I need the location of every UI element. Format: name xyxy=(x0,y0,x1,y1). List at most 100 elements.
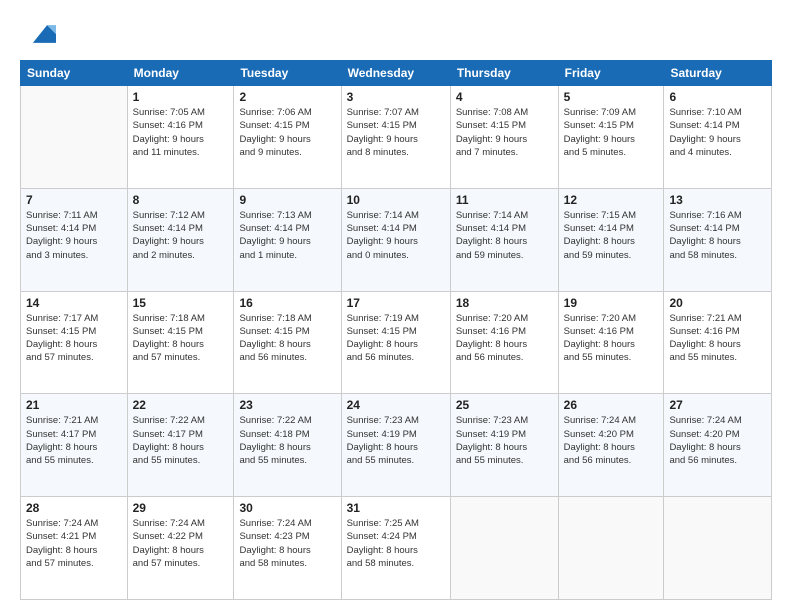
header-cell: Sunday xyxy=(21,61,128,86)
calendar-row: 21 Sunrise: 7:21 AMSunset: 4:17 PMDayligh… xyxy=(21,394,772,497)
calendar-cell: 15 Sunrise: 7:18 AMSunset: 4:15 PMDayligh… xyxy=(127,291,234,394)
day-number: 27 xyxy=(669,398,766,412)
header-cell: Monday xyxy=(127,61,234,86)
calendar-cell: 16 Sunrise: 7:18 AMSunset: 4:15 PMDayligh… xyxy=(234,291,341,394)
calendar-row: 14 Sunrise: 7:17 AMSunset: 4:15 PMDayligh… xyxy=(21,291,772,394)
cell-details: Sunrise: 7:16 AMSunset: 4:14 PMDaylight:… xyxy=(669,209,766,262)
day-number: 24 xyxy=(347,398,445,412)
cell-details: Sunrise: 7:18 AMSunset: 4:15 PMDaylight:… xyxy=(133,312,229,365)
calendar-cell: 19Sunrise: 7:20 AMSunset: 4:16 PMDayligh… xyxy=(558,291,664,394)
day-number: 1 xyxy=(133,90,229,104)
calendar-cell: 17 Sunrise: 7:19 AMSunset: 4:15 PMDayligh… xyxy=(341,291,450,394)
header-row: SundayMondayTuesdayWednesdayThursdayFrid… xyxy=(21,61,772,86)
cell-details: Sunrise: 7:25 AMSunset: 4:24 PMDaylight:… xyxy=(347,517,445,570)
day-number: 17 xyxy=(347,296,445,310)
calendar-cell: 29Sunrise: 7:24 AMSunset: 4:22 PMDayligh… xyxy=(127,497,234,600)
cell-details: Sunrise: 7:10 AMSunset: 4:14 PMDaylight:… xyxy=(669,106,766,159)
day-number: 26 xyxy=(564,398,659,412)
cell-details: Sunrise: 7:20 AMSunset: 4:16 PMDaylight:… xyxy=(564,312,659,365)
calendar-cell: 20Sunrise: 7:21 AMSunset: 4:16 PMDayligh… xyxy=(664,291,772,394)
calendar-body: 1 Sunrise: 7:05 AMSunset: 4:16 PMDaylight… xyxy=(21,86,772,600)
cell-details: Sunrise: 7:20 AMSunset: 4:16 PMDaylight:… xyxy=(456,312,553,365)
calendar-cell: 6 Sunrise: 7:10 AMSunset: 4:14 PMDaylight… xyxy=(664,86,772,189)
header-cell: Saturday xyxy=(664,61,772,86)
day-number: 23 xyxy=(239,398,335,412)
calendar-row: 7 Sunrise: 7:11 AMSunset: 4:14 PMDaylight… xyxy=(21,188,772,291)
calendar-cell: 13 Sunrise: 7:16 AMSunset: 4:14 PMDayligh… xyxy=(664,188,772,291)
calendar-cell: 18Sunrise: 7:20 AMSunset: 4:16 PMDayligh… xyxy=(450,291,558,394)
calendar-cell: 9 Sunrise: 7:13 AMSunset: 4:14 PMDaylight… xyxy=(234,188,341,291)
calendar-cell: 12Sunrise: 7:15 AMSunset: 4:14 PMDayligh… xyxy=(558,188,664,291)
day-number: 25 xyxy=(456,398,553,412)
calendar-row: 28 Sunrise: 7:24 AMSunset: 4:21 PMDayligh… xyxy=(21,497,772,600)
calendar-cell: 10 Sunrise: 7:14 AMSunset: 4:14 PMDayligh… xyxy=(341,188,450,291)
calendar-cell: 24 Sunrise: 7:23 AMSunset: 4:19 PMDayligh… xyxy=(341,394,450,497)
day-number: 7 xyxy=(26,193,122,207)
cell-details: Sunrise: 7:21 AMSunset: 4:17 PMDaylight:… xyxy=(26,414,122,467)
cell-details: Sunrise: 7:21 AMSunset: 4:16 PMDaylight:… xyxy=(669,312,766,365)
calendar-cell: 21 Sunrise: 7:21 AMSunset: 4:17 PMDayligh… xyxy=(21,394,128,497)
day-number: 14 xyxy=(26,296,122,310)
header-cell: Thursday xyxy=(450,61,558,86)
page: SundayMondayTuesdayWednesdayThursdayFrid… xyxy=(0,0,792,612)
cell-details: Sunrise: 7:24 AMSunset: 4:22 PMDaylight:… xyxy=(133,517,229,570)
cell-details: Sunrise: 7:14 AMSunset: 4:14 PMDaylight:… xyxy=(456,209,553,262)
day-number: 13 xyxy=(669,193,766,207)
cell-details: Sunrise: 7:22 AMSunset: 4:18 PMDaylight:… xyxy=(239,414,335,467)
calendar-row: 1 Sunrise: 7:05 AMSunset: 4:16 PMDaylight… xyxy=(21,86,772,189)
day-number: 30 xyxy=(239,501,335,515)
day-number: 15 xyxy=(133,296,229,310)
cell-details: Sunrise: 7:08 AMSunset: 4:15 PMDaylight:… xyxy=(456,106,553,159)
day-number: 8 xyxy=(133,193,229,207)
day-number: 5 xyxy=(564,90,659,104)
logo-icon xyxy=(24,18,56,50)
calendar-cell: 27 Sunrise: 7:24 AMSunset: 4:20 PMDayligh… xyxy=(664,394,772,497)
cell-details: Sunrise: 7:06 AMSunset: 4:15 PMDaylight:… xyxy=(239,106,335,159)
day-number: 2 xyxy=(239,90,335,104)
calendar-cell: 1 Sunrise: 7:05 AMSunset: 4:16 PMDaylight… xyxy=(127,86,234,189)
calendar-cell: 4 Sunrise: 7:08 AMSunset: 4:15 PMDaylight… xyxy=(450,86,558,189)
cell-details: Sunrise: 7:24 AMSunset: 4:20 PMDaylight:… xyxy=(669,414,766,467)
calendar: SundayMondayTuesdayWednesdayThursdayFrid… xyxy=(20,60,772,600)
calendar-cell: 28 Sunrise: 7:24 AMSunset: 4:21 PMDayligh… xyxy=(21,497,128,600)
cell-details: Sunrise: 7:24 AMSunset: 4:20 PMDaylight:… xyxy=(564,414,659,467)
cell-details: Sunrise: 7:23 AMSunset: 4:19 PMDaylight:… xyxy=(456,414,553,467)
day-number: 16 xyxy=(239,296,335,310)
day-number: 4 xyxy=(456,90,553,104)
day-number: 22 xyxy=(133,398,229,412)
calendar-cell: 2 Sunrise: 7:06 AMSunset: 4:15 PMDaylight… xyxy=(234,86,341,189)
calendar-cell: 7 Sunrise: 7:11 AMSunset: 4:14 PMDaylight… xyxy=(21,188,128,291)
calendar-cell: 26 Sunrise: 7:24 AMSunset: 4:20 PMDayligh… xyxy=(558,394,664,497)
cell-details: Sunrise: 7:05 AMSunset: 4:16 PMDaylight:… xyxy=(133,106,229,159)
header-cell: Tuesday xyxy=(234,61,341,86)
calendar-cell xyxy=(558,497,664,600)
cell-details: Sunrise: 7:23 AMSunset: 4:19 PMDaylight:… xyxy=(347,414,445,467)
day-number: 31 xyxy=(347,501,445,515)
day-number: 6 xyxy=(669,90,766,104)
cell-details: Sunrise: 7:14 AMSunset: 4:14 PMDaylight:… xyxy=(347,209,445,262)
calendar-cell: 14 Sunrise: 7:17 AMSunset: 4:15 PMDayligh… xyxy=(21,291,128,394)
day-number: 9 xyxy=(239,193,335,207)
calendar-cell: 5Sunrise: 7:09 AMSunset: 4:15 PMDaylight… xyxy=(558,86,664,189)
day-number: 10 xyxy=(347,193,445,207)
cell-details: Sunrise: 7:15 AMSunset: 4:14 PMDaylight:… xyxy=(564,209,659,262)
cell-details: Sunrise: 7:19 AMSunset: 4:15 PMDaylight:… xyxy=(347,312,445,365)
header-cell: Friday xyxy=(558,61,664,86)
calendar-cell: 8 Sunrise: 7:12 AMSunset: 4:14 PMDaylight… xyxy=(127,188,234,291)
calendar-cell: 22Sunrise: 7:22 AMSunset: 4:17 PMDayligh… xyxy=(127,394,234,497)
cell-details: Sunrise: 7:24 AMSunset: 4:23 PMDaylight:… xyxy=(239,517,335,570)
cell-details: Sunrise: 7:13 AMSunset: 4:14 PMDaylight:… xyxy=(239,209,335,262)
cell-details: Sunrise: 7:18 AMSunset: 4:15 PMDaylight:… xyxy=(239,312,335,365)
calendar-cell: 30 Sunrise: 7:24 AMSunset: 4:23 PMDayligh… xyxy=(234,497,341,600)
calendar-cell: 23 Sunrise: 7:22 AMSunset: 4:18 PMDayligh… xyxy=(234,394,341,497)
calendar-cell: 11Sunrise: 7:14 AMSunset: 4:14 PMDayligh… xyxy=(450,188,558,291)
cell-details: Sunrise: 7:12 AMSunset: 4:14 PMDaylight:… xyxy=(133,209,229,262)
cell-details: Sunrise: 7:17 AMSunset: 4:15 PMDaylight:… xyxy=(26,312,122,365)
cell-details: Sunrise: 7:24 AMSunset: 4:21 PMDaylight:… xyxy=(26,517,122,570)
calendar-cell: 25 Sunrise: 7:23 AMSunset: 4:19 PMDayligh… xyxy=(450,394,558,497)
day-number: 21 xyxy=(26,398,122,412)
header-cell: Wednesday xyxy=(341,61,450,86)
cell-details: Sunrise: 7:11 AMSunset: 4:14 PMDaylight:… xyxy=(26,209,122,262)
day-number: 28 xyxy=(26,501,122,515)
calendar-cell xyxy=(21,86,128,189)
